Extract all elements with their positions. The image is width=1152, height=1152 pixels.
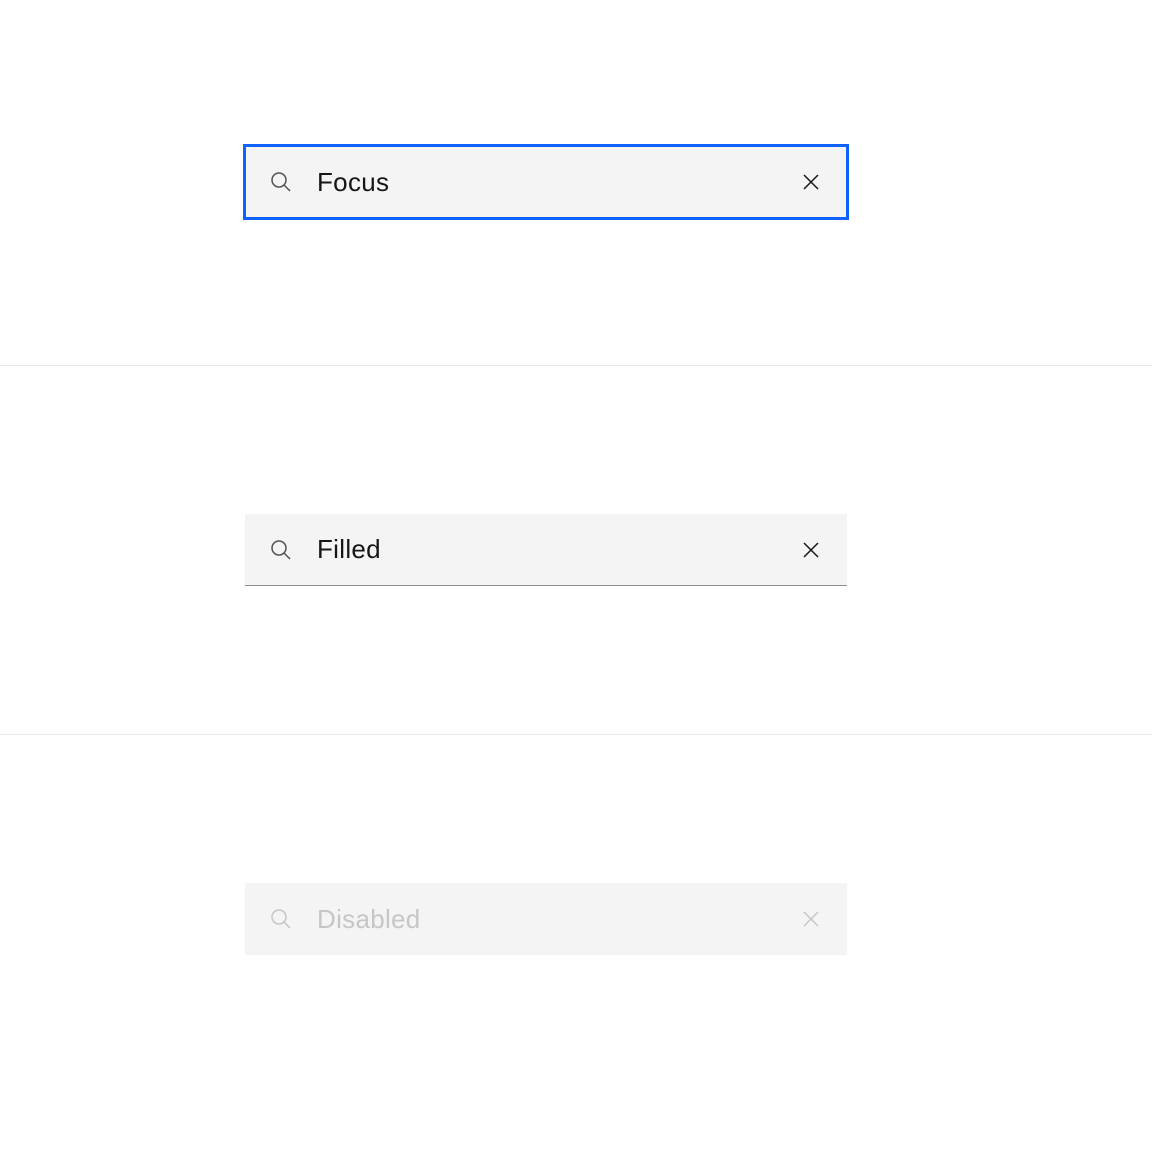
search-icon xyxy=(245,514,317,586)
search-icon xyxy=(245,146,317,218)
clear-button[interactable] xyxy=(775,514,847,586)
close-icon xyxy=(801,909,821,929)
search-icon xyxy=(245,883,317,955)
close-icon xyxy=(801,540,821,560)
clear-button[interactable] xyxy=(775,146,847,218)
search-input-focus[interactable] xyxy=(245,146,847,218)
search-field-disabled xyxy=(317,904,775,935)
search-state-filled-section xyxy=(0,366,1152,735)
close-icon xyxy=(801,172,821,192)
search-state-focus-section xyxy=(0,0,1152,366)
clear-button xyxy=(775,883,847,955)
search-state-disabled-section xyxy=(0,735,1152,1152)
search-field-focus[interactable] xyxy=(317,167,775,198)
search-input-disabled xyxy=(245,883,847,955)
search-field-filled[interactable] xyxy=(317,534,775,565)
search-input-filled[interactable] xyxy=(245,514,847,586)
